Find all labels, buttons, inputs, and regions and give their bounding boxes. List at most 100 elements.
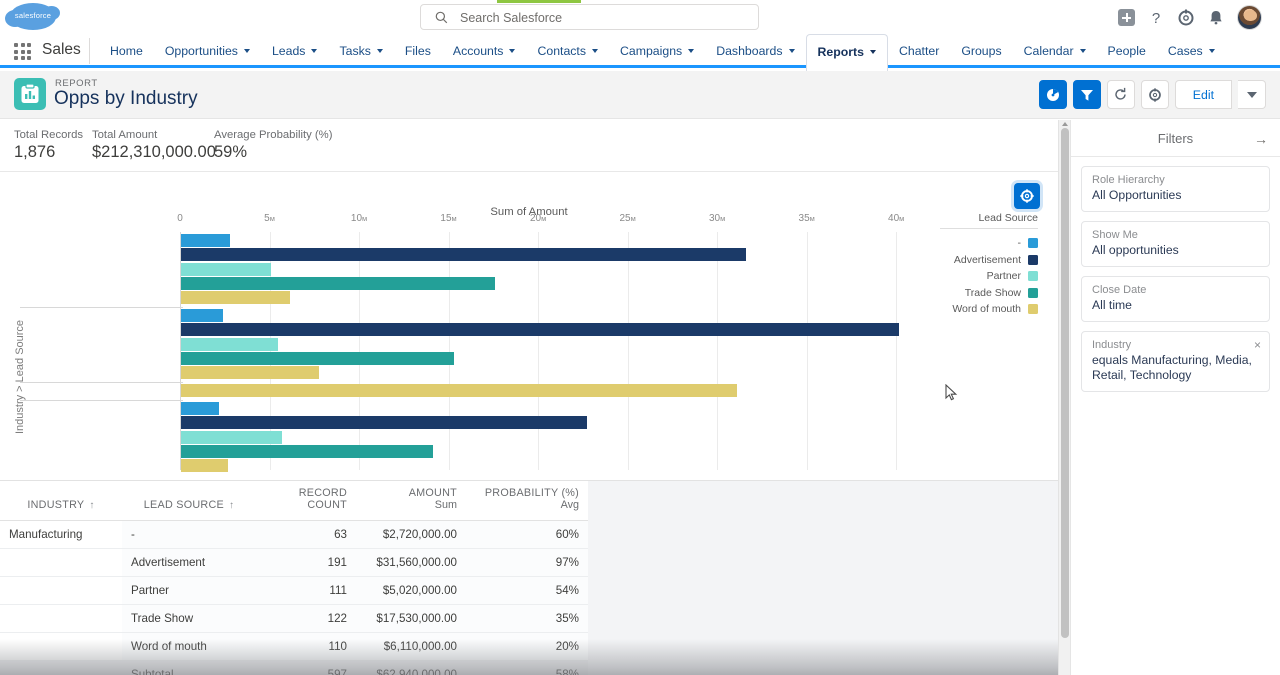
chart-plot-area: 05м10м15м20м25м30м35м40м-AdvertisementPa… xyxy=(180,232,932,470)
nav-item-chatter[interactable]: Chatter xyxy=(888,34,950,68)
avatar[interactable] xyxy=(1237,5,1262,30)
table-column-header[interactable]: INDUSTRY↑ xyxy=(0,481,122,521)
nav-item-leads[interactable]: Leads xyxy=(261,34,329,68)
chevron-down-icon xyxy=(1209,49,1215,53)
filter-card[interactable]: Close DateAll time xyxy=(1081,276,1270,322)
nav-item-reports[interactable]: Reports xyxy=(806,34,888,71)
gear-icon[interactable] xyxy=(1177,9,1195,27)
chart-bar[interactable] xyxy=(181,445,433,458)
question-icon[interactable]: ? xyxy=(1147,9,1165,27)
scrollbar-thumb[interactable] xyxy=(1061,128,1069,638)
legend-item[interactable]: - xyxy=(940,235,1038,252)
chart-bar[interactable] xyxy=(181,291,290,304)
chart-gridline xyxy=(628,232,629,470)
nav-item-tasks[interactable]: Tasks xyxy=(328,34,393,68)
chart-toggle-button[interactable] xyxy=(1039,80,1067,109)
table-column-header[interactable]: LEAD SOURCE↑ xyxy=(122,481,256,521)
chart-gridline xyxy=(359,232,360,470)
chart-bar[interactable] xyxy=(181,402,219,415)
chart-bar[interactable] xyxy=(181,384,737,397)
nav-item-home[interactable]: Home xyxy=(99,34,154,68)
table-cell-lead-source: Subtotal xyxy=(122,661,256,675)
browser-tab-indicator xyxy=(497,0,581,3)
legend-swatch xyxy=(1028,304,1038,314)
chart-bar[interactable] xyxy=(181,277,495,290)
nav-divider xyxy=(89,38,90,64)
salesforce-report-page: salesforce Search Salesforce ? xyxy=(0,0,1280,675)
nav-item-contacts[interactable]: Contacts xyxy=(526,34,609,68)
filter-card[interactable]: Role HierarchyAll Opportunities xyxy=(1081,166,1270,212)
page-header-actions: Edit xyxy=(1039,80,1266,109)
nav-item-calendar[interactable]: Calendar xyxy=(1013,34,1097,68)
table-row[interactable]: Word of mouth110$6,110,000.0020% xyxy=(0,633,588,661)
edit-button[interactable]: Edit xyxy=(1175,80,1232,109)
app-launcher-icon[interactable] xyxy=(14,43,33,60)
nav-item-files[interactable]: Files xyxy=(394,34,442,68)
filter-card-value: All Opportunities xyxy=(1092,188,1259,203)
nav-item-label: Dashboards xyxy=(716,44,782,58)
nav-item-label: Opportunities xyxy=(165,44,238,58)
chart-bar[interactable] xyxy=(181,338,278,351)
chart-bar[interactable] xyxy=(181,248,746,261)
table-cell-amount: $2,720,000.00 xyxy=(356,521,466,549)
nav-item-label: Tasks xyxy=(339,44,370,58)
legend-item[interactable]: Trade Show xyxy=(940,285,1038,302)
search-input[interactable]: Search Salesforce xyxy=(420,4,759,30)
chart-bar[interactable] xyxy=(181,416,587,429)
filter-card-value: equals Manufacturing, Media, Retail, Tec… xyxy=(1092,353,1259,383)
nav-item-groups[interactable]: Groups xyxy=(950,34,1012,68)
salesforce-logo[interactable]: salesforce xyxy=(10,3,56,30)
table-header-row: INDUSTRY↑LEAD SOURCE↑ RECORD COUNT AMOUNTS… xyxy=(0,481,588,521)
legend-item[interactable]: Advertisement xyxy=(940,252,1038,269)
chevron-down-icon xyxy=(509,49,515,53)
page-header: REPORT Opps by Industry xyxy=(0,71,1280,119)
table-row[interactable]: Manufacturing-63$2,720,000.0060% xyxy=(0,521,588,549)
page-scrollbar[interactable] xyxy=(1058,120,1070,675)
arrow-right-icon[interactable]: → xyxy=(1254,131,1268,147)
chevron-down-icon xyxy=(592,49,598,53)
scrollbar-up-arrow-icon[interactable] xyxy=(1062,122,1068,126)
bell-icon[interactable] xyxy=(1207,9,1225,27)
nav-item-accounts[interactable]: Accounts xyxy=(442,34,527,68)
table-column-header-label: AMOUNT xyxy=(409,487,457,499)
table-subtotal-row[interactable]: Subtotal597$62,940,000.0058% xyxy=(0,661,588,675)
legend-item-label: - xyxy=(1018,237,1022,249)
chevron-down-icon xyxy=(244,49,250,53)
table-column-header[interactable]: AMOUNTSum xyxy=(356,481,466,521)
chart-bar[interactable] xyxy=(181,263,271,276)
table-column-header[interactable]: RECORD COUNT xyxy=(256,481,356,521)
table-column-header-label: PROBABILITY (%) xyxy=(485,487,579,499)
report-data-table[interactable]: INDUSTRY↑LEAD SOURCE↑RECORD COUNTAMOUNTS… xyxy=(0,480,1058,675)
legend-item[interactable]: Partner xyxy=(940,268,1038,285)
refresh-button[interactable] xyxy=(1107,80,1135,109)
filter-toggle-button[interactable] xyxy=(1073,80,1101,109)
summary-metric: Total Records1,876 xyxy=(14,129,83,162)
filter-card[interactable]: Show MeAll opportunities xyxy=(1081,221,1270,267)
nav-item-campaigns[interactable]: Campaigns xyxy=(609,34,705,68)
nav-item-people[interactable]: People xyxy=(1097,34,1157,68)
chart-bar[interactable] xyxy=(181,323,899,336)
chart-bar[interactable] xyxy=(181,431,282,444)
chart-bar[interactable] xyxy=(181,234,230,247)
settings-button[interactable] xyxy=(1141,80,1169,109)
nav-item-opportunities[interactable]: Opportunities xyxy=(154,34,261,68)
nav-item-cases[interactable]: Cases xyxy=(1157,34,1226,68)
table-row[interactable]: Partner111$5,020,000.0054% xyxy=(0,577,588,605)
chart-bar[interactable] xyxy=(181,309,223,322)
table-cell-amount: $62,940,000.00 xyxy=(356,661,466,675)
table-column-header[interactable]: PROBABILITY (%)Avg xyxy=(466,481,588,521)
chart-bar[interactable] xyxy=(181,352,454,365)
table-cell-lead-source: Advertisement xyxy=(122,549,256,577)
more-button[interactable] xyxy=(1238,80,1266,109)
nav-item-dashboards[interactable]: Dashboards xyxy=(705,34,805,68)
plus-icon[interactable] xyxy=(1118,9,1135,26)
table-column-header-label: RECORD COUNT xyxy=(299,487,347,511)
summary-metric-label: Total Records xyxy=(14,129,83,141)
table-row[interactable]: Trade Show122$17,530,000.0035% xyxy=(0,605,588,633)
table-row[interactable]: Advertisement191$31,560,000.0097% xyxy=(0,549,588,577)
close-icon[interactable]: × xyxy=(1254,338,1261,352)
chart-bar[interactable] xyxy=(181,459,228,472)
legend-item[interactable]: Word of mouth xyxy=(940,301,1038,318)
filter-card[interactable]: Industryequals Manufacturing, Media, Ret… xyxy=(1081,331,1270,392)
chart-bar[interactable] xyxy=(181,366,319,379)
